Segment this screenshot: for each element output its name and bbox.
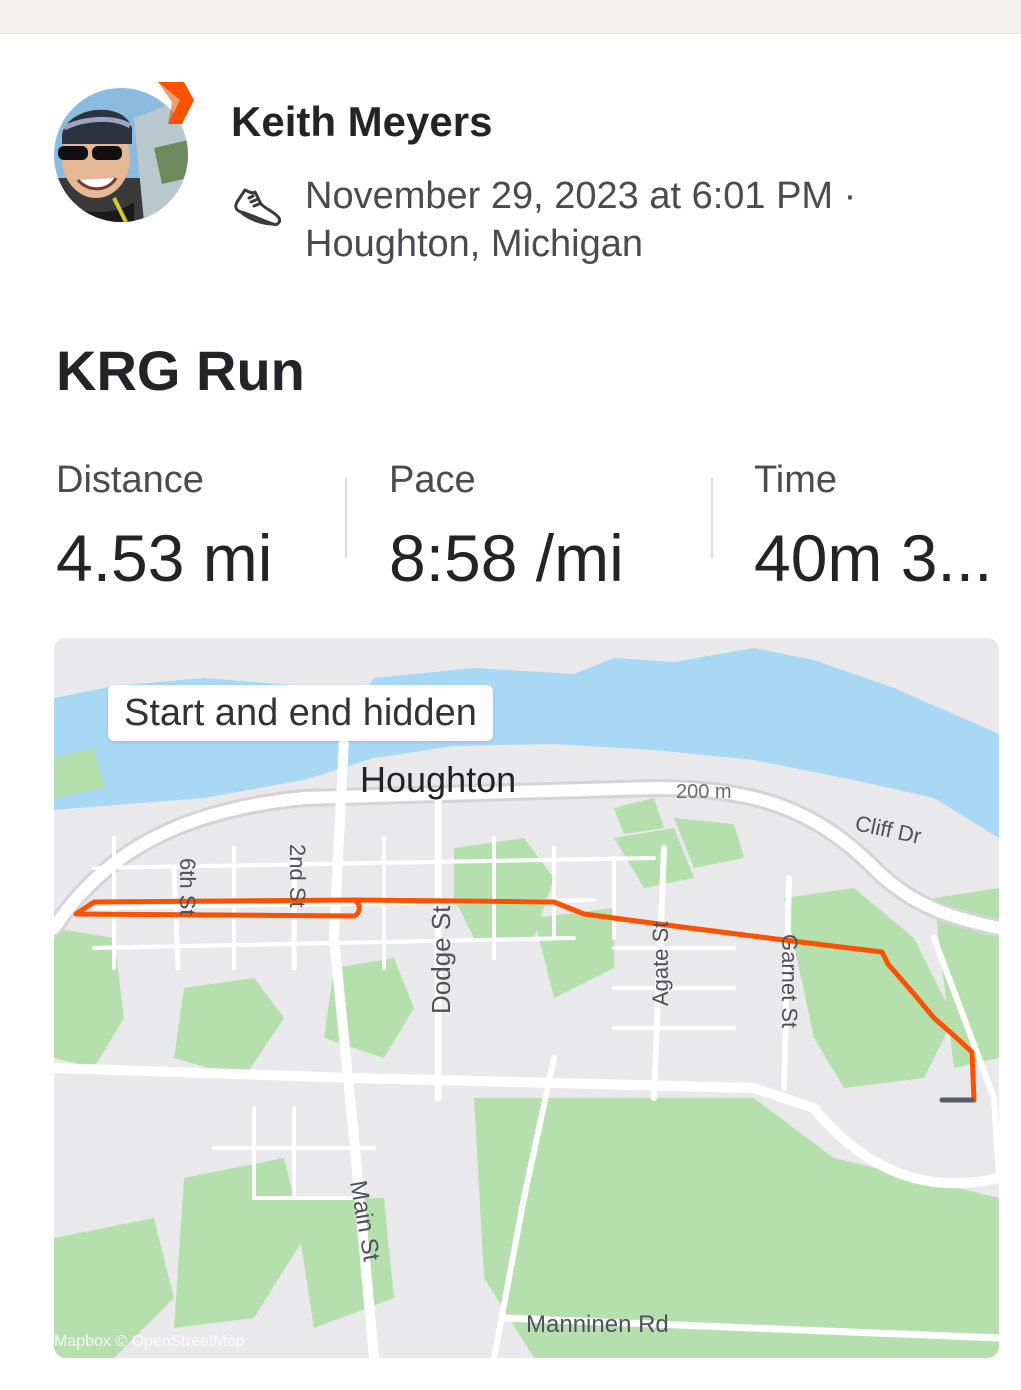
street-label-6th: 6th St — [175, 858, 200, 915]
activity-location: Houghton, Michigan — [305, 223, 643, 265]
stat-divider — [711, 478, 713, 558]
stat-pace-label: Pace — [389, 459, 476, 501]
athlete-name[interactable]: Keith Meyers — [231, 98, 492, 146]
map-canvas: Houghton 200 m Cliff Dr 6th St 2nd St Do… — [54, 638, 999, 1358]
activity-meta: November 29, 2023 at 6:01 PM · Houghton,… — [305, 172, 856, 268]
street-label-manninen: Manninen Rd — [526, 1311, 669, 1338]
street-label-garnet: Garnet St — [777, 934, 802, 1028]
stat-pace: Pace 8:58 /mi — [389, 458, 624, 598]
street-label-dodge: Dodge St — [426, 905, 456, 1014]
athlete-avatar[interactable] — [54, 80, 196, 222]
stat-pace-value: 8:58 /mi — [389, 521, 624, 595]
route-map[interactable]: Houghton 200 m Cliff Dr 6th St 2nd St Do… — [54, 638, 999, 1358]
running-shoe-icon — [234, 188, 281, 226]
stat-time-value: 40m 3... — [754, 521, 993, 595]
stat-distance-label: Distance — [56, 459, 204, 501]
stat-time: Time 40m 3... — [754, 458, 992, 598]
street-label-2nd: 2nd St — [285, 844, 310, 908]
stat-distance: Distance 4.53 mi — [56, 458, 272, 598]
stat-time-label: Time — [754, 459, 838, 501]
street-label-agate: Agate St — [648, 922, 673, 1006]
scale-label: 200 m — [676, 781, 732, 803]
strava-subscriber-badge-icon — [158, 82, 194, 124]
map-attribution: Mapbox © OpenStreetMap — [54, 1333, 245, 1350]
activity-title[interactable]: KRG Run — [56, 338, 305, 403]
stat-distance-value: 4.53 mi — [56, 521, 273, 595]
stat-divider — [345, 478, 347, 558]
city-label: Houghton — [360, 759, 516, 800]
activity-date: November 29, 2023 at 6:01 PM · — [305, 175, 857, 217]
start-end-hidden-badge: Start and end hidden — [108, 685, 493, 741]
top-bar — [0, 0, 1021, 34]
